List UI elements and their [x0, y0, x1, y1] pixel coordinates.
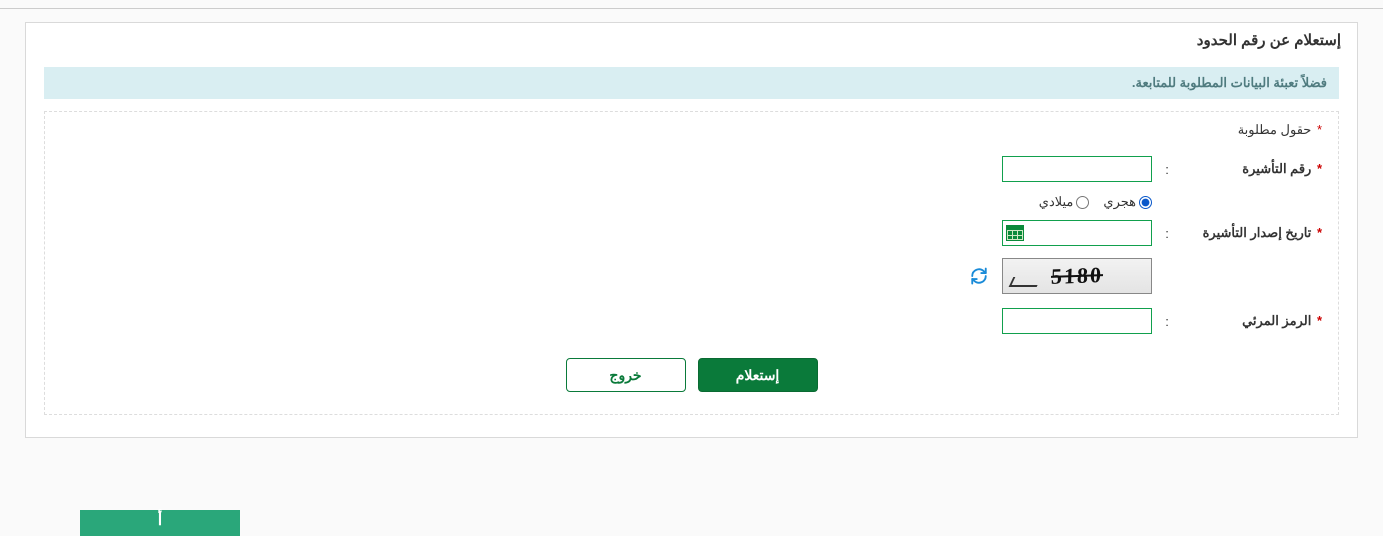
required-star: *	[1317, 225, 1322, 240]
required-fields-label: حقول مطلوبة	[1238, 122, 1312, 137]
row-captcha: * الرمز المرئي :	[61, 308, 1322, 334]
exit-button[interactable]: خروج	[566, 358, 686, 392]
label-captcha: * الرمز المرئي	[1182, 313, 1322, 329]
captcha-input[interactable]	[1002, 308, 1152, 334]
radio-hijri-input[interactable]	[1139, 196, 1152, 209]
captcha-scribble	[1009, 277, 1042, 287]
main-panel: إستعلام عن رقم الحدود فضلاً تعبئة البيان…	[25, 22, 1358, 438]
required-star: *	[1317, 161, 1322, 176]
info-banner: فضلاً تعبئة البيانات المطلوبة للمتابعة.	[44, 67, 1339, 99]
colon: :	[1152, 162, 1182, 177]
label-visa-issue-date: * تاريخ إصدار التأشيرة	[1182, 225, 1322, 241]
radio-miladi-input[interactable]	[1076, 196, 1089, 209]
colon: :	[1152, 226, 1182, 241]
form-container: * حقول مطلوبة * رقم التأشيرة : هجري	[44, 111, 1339, 415]
visa-number-input[interactable]	[1002, 156, 1152, 182]
footer-tab: أ	[80, 510, 240, 536]
label-visa-issue-date-text: تاريخ إصدار التأشيرة	[1203, 225, 1312, 240]
field-visa-issue-date	[1002, 220, 1152, 246]
required-star: *	[1317, 122, 1322, 137]
refresh-captcha-icon[interactable]	[970, 267, 988, 285]
label-captcha-text: الرمز المرئي	[1242, 313, 1311, 328]
calendar-icon[interactable]	[1006, 225, 1024, 241]
panel-body: فضلاً تعبئة البيانات المطلوبة للمتابعة. …	[26, 57, 1357, 437]
row-visa-number: * رقم التأشيرة :	[61, 156, 1322, 182]
colon: :	[1152, 314, 1182, 329]
required-star: *	[1317, 313, 1322, 328]
label-visa-number: * رقم التأشيرة	[1182, 161, 1322, 177]
captcha-image-row: 5180	[61, 258, 1152, 294]
calendar-type-radios: هجري ميلادي	[61, 194, 1152, 210]
required-fields-note: * حقول مطلوبة	[61, 122, 1322, 138]
radio-hijri-label: هجري	[1103, 194, 1136, 210]
captcha-image: 5180	[1002, 258, 1152, 294]
field-captcha	[1002, 308, 1152, 334]
label-visa-number-text: رقم التأشيرة	[1242, 161, 1311, 176]
field-visa-number	[1002, 156, 1152, 182]
top-divider	[0, 8, 1383, 9]
row-visa-issue-date: * تاريخ إصدار التأشيرة :	[61, 220, 1322, 246]
action-buttons: إستعلام خروج	[61, 358, 1322, 392]
radio-miladi[interactable]: ميلادي	[1039, 194, 1090, 210]
panel-title: إستعلام عن رقم الحدود	[26, 23, 1357, 57]
captcha-text: 5180	[1051, 262, 1104, 290]
radio-miladi-label: ميلادي	[1039, 194, 1074, 210]
inquire-button[interactable]: إستعلام	[698, 358, 818, 392]
radio-hijri[interactable]: هجري	[1103, 194, 1152, 210]
visa-issue-date-input[interactable]	[1002, 220, 1152, 246]
